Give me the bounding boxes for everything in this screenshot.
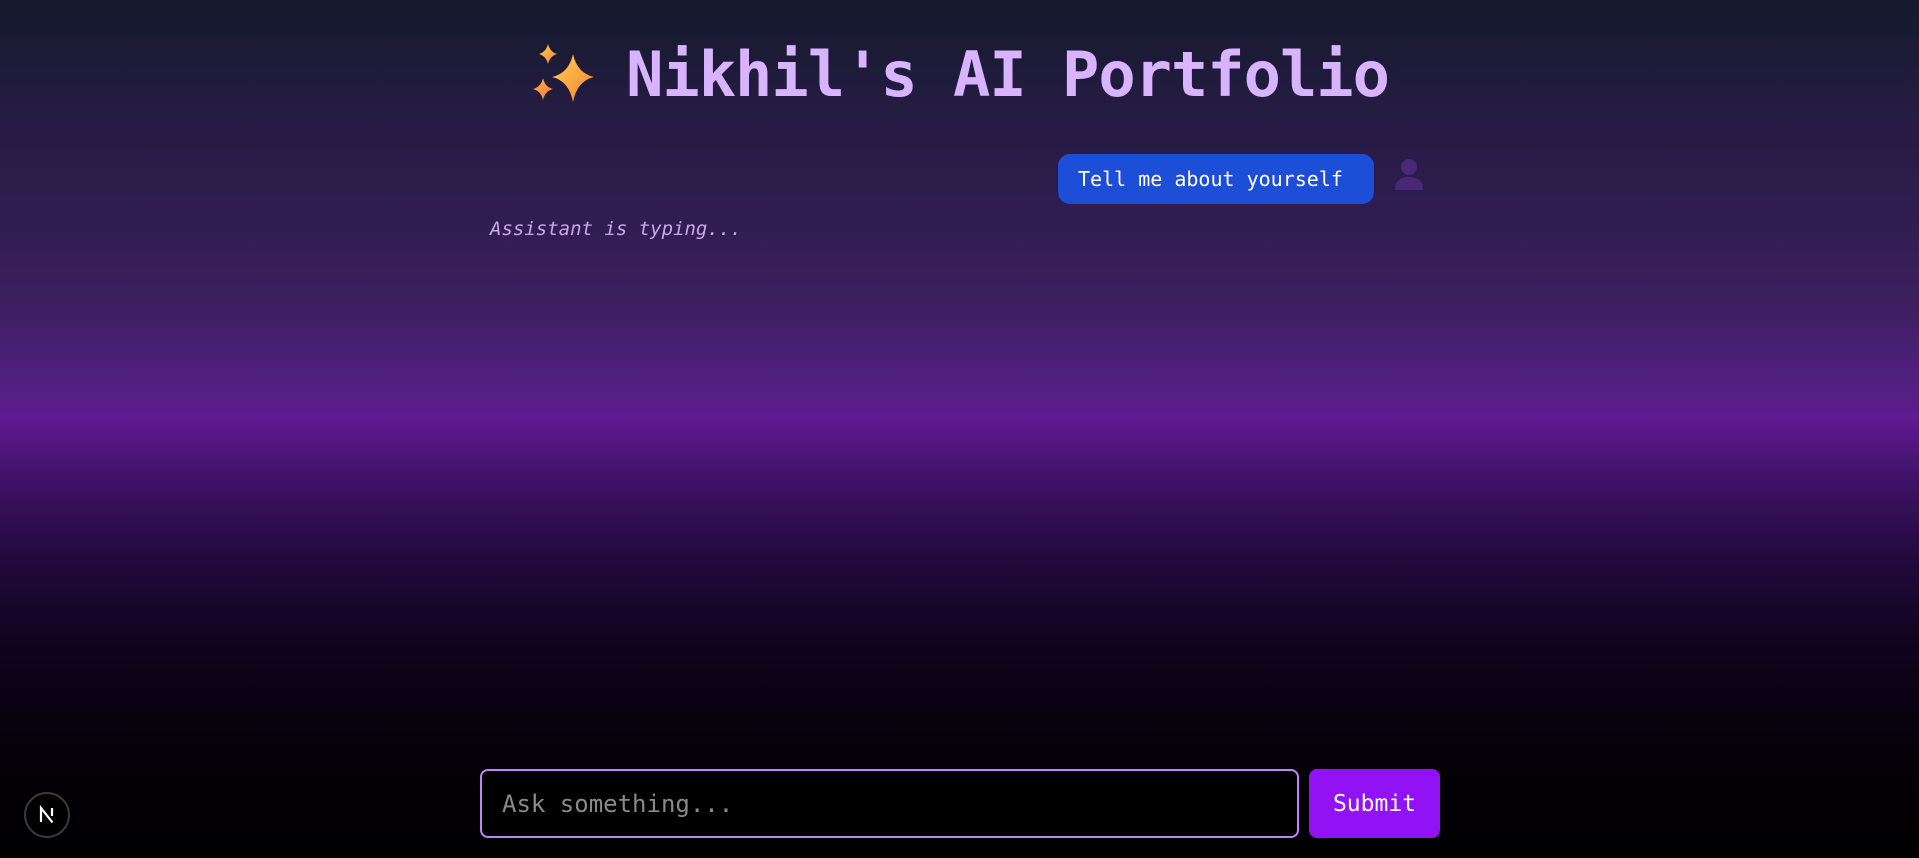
dev-tools-badge[interactable]	[24, 792, 70, 838]
typing-indicator: Assistant is typing...	[490, 218, 742, 240]
nextjs-logo-icon	[39, 805, 54, 824]
page-title: Nikhil's AI Portfolio	[626, 38, 1390, 111]
user-avatar-icon	[1395, 159, 1423, 190]
user-message-bubble: Tell me about yourself	[1058, 154, 1374, 204]
chat-input[interactable]	[480, 769, 1299, 838]
page-header: Nikhil's AI Portfolio	[0, 38, 1919, 112]
submit-button[interactable]: Submit	[1309, 769, 1440, 838]
sparkles-icon	[533, 44, 595, 102]
